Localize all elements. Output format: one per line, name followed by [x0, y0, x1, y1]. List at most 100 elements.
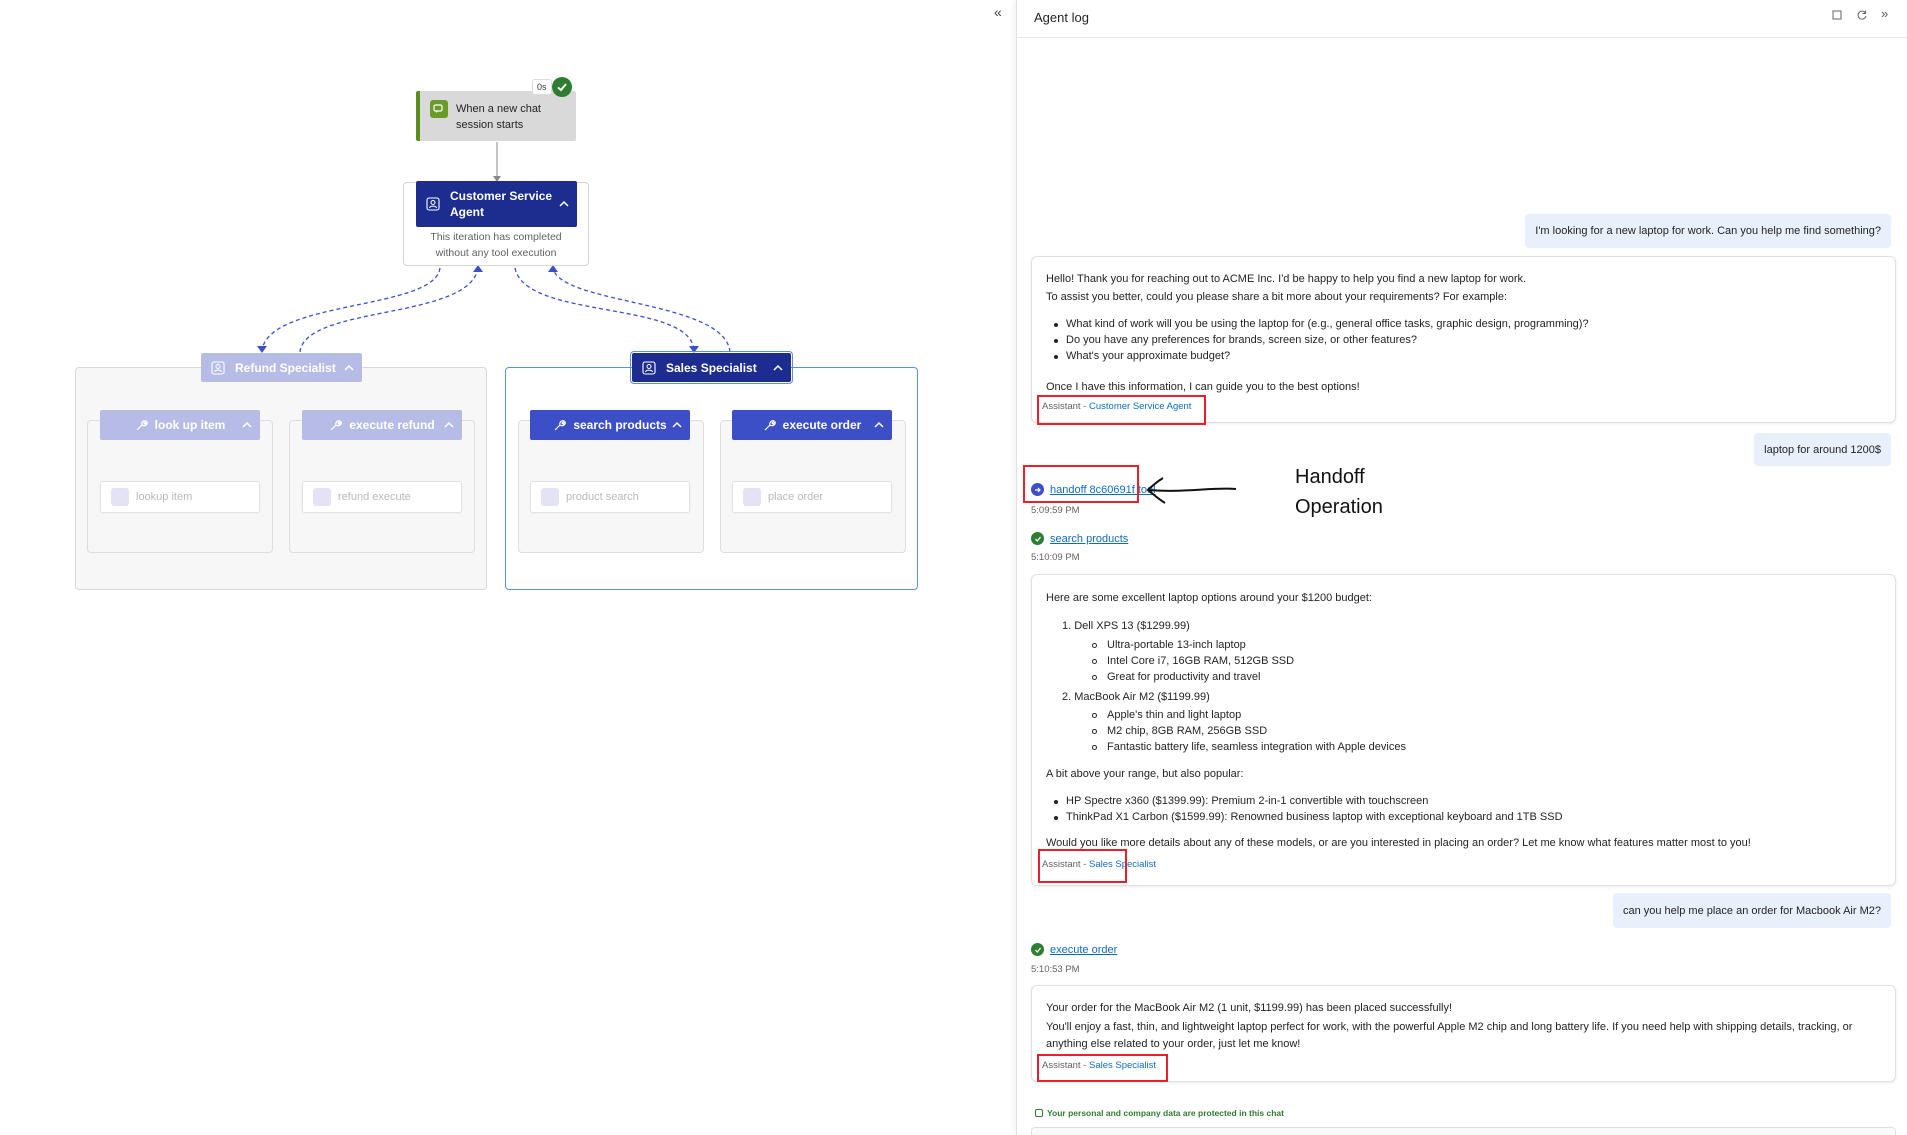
action-icon — [743, 488, 761, 506]
chat-input[interactable] — [1031, 1127, 1896, 1135]
sales-specialist-title: Sales Specialist — [666, 360, 757, 375]
main-agent-status-2: without any tool execution — [435, 247, 557, 259]
sub-bullet-text: Apple's thin and light laptop — [1107, 709, 1242, 721]
sub-bullet-text: Ultra-portable 13-inch laptop — [1107, 639, 1246, 651]
close-panel-icon[interactable]: » — [1881, 7, 1888, 21]
assistant-message: Here are some excellent laptop options a… — [1031, 574, 1896, 886]
tool-call-entry[interactable]: execute order — [1031, 943, 1117, 956]
tool-look-up-item[interactable]: look up item — [100, 410, 260, 440]
message-text: anything else related to your order, jus… — [1046, 1038, 1301, 1050]
chat-icon — [430, 100, 448, 118]
agent-icon — [209, 359, 227, 377]
wrench-icon — [330, 419, 343, 430]
trigger-label-1: When a new chat — [456, 103, 541, 115]
maximize-icon[interactable] — [1831, 9, 1843, 21]
chevron-up-icon[interactable] — [342, 361, 356, 375]
sales-specialist-header[interactable]: Sales Specialist — [630, 351, 793, 384]
message-text: You'll enjoy a fast, thin, and lightweig… — [1046, 1021, 1853, 1033]
sub-bullet-text: Fantastic battery life, seamless integra… — [1107, 741, 1406, 753]
tool-search-products[interactable]: search products — [530, 410, 690, 440]
sub-bullet-text: Great for productivity and travel — [1107, 671, 1261, 683]
shield-icon — [1035, 1109, 1043, 1117]
chevron-up-icon[interactable] — [557, 197, 571, 211]
tool-call-link[interactable]: execute order — [1050, 944, 1117, 956]
action-icon — [313, 488, 331, 506]
tool-card-place-order[interactable]: place order — [732, 481, 892, 513]
action-icon — [541, 488, 559, 506]
tool-card-label: lookup item — [136, 491, 193, 503]
bullet-text: HP Spectre x360 ($1399.99): Premium 2-in… — [1066, 795, 1429, 807]
agent-icon — [640, 359, 658, 377]
message-text: Your order for the MacBook Air M2 (1 uni… — [1046, 1002, 1453, 1014]
wrench-icon — [764, 419, 776, 430]
agent-icon — [424, 195, 442, 213]
collapse-panel-icon[interactable]: « — [994, 4, 1010, 20]
annotation-label-1: Handoff — [1295, 466, 1365, 488]
message-text: A bit above your range, but also popular… — [1046, 768, 1244, 780]
timestamp: 5:10:09 PM — [1031, 552, 1080, 563]
chevron-up-icon[interactable] — [670, 418, 684, 432]
refund-specialist-header[interactable]: Refund Specialist — [201, 353, 362, 382]
privacy-notice: Your personal and company data are prote… — [1035, 1108, 1284, 1118]
success-check-icon — [1031, 943, 1044, 956]
flow-canvas: When a new chat session starts 0s Custom… — [0, 0, 1002, 1135]
main-agent-status-1: This iteration has completed — [430, 231, 562, 243]
user-message: can you help me place an order for Macbo… — [1612, 893, 1891, 928]
refund-specialist-title: Refund Specialist — [235, 360, 336, 375]
tool-card-product-search[interactable]: product search — [530, 481, 690, 513]
timestamp: 5:10:53 PM — [1031, 964, 1080, 975]
user-message: I'm looking for a new laptop for work. C… — [1525, 214, 1891, 248]
bullet-text: Do you have any preferences for brands, … — [1066, 334, 1417, 346]
annotation-highlight-box — [1037, 395, 1206, 425]
action-icon — [111, 488, 129, 506]
annotation-highlight-box — [1038, 849, 1127, 883]
annotation-highlight-box — [1023, 465, 1139, 503]
chevron-up-icon[interactable] — [240, 418, 254, 432]
annotation-highlight-box — [1037, 1054, 1168, 1082]
privacy-text: Your personal and company data are prote… — [1047, 1108, 1284, 1118]
trigger-node[interactable]: When a new chat session starts — [416, 91, 576, 141]
wrench-icon — [554, 419, 567, 430]
chevron-up-icon[interactable] — [872, 418, 886, 432]
tool-execute-order[interactable]: execute order — [732, 410, 892, 440]
main-agent-header[interactable]: Customer Service Agent — [416, 181, 577, 227]
list-item: 2. MacBook Air M2 ($1199.99) — [1062, 691, 1210, 703]
bullet-text: What's your approximate budget? — [1066, 350, 1231, 362]
bullet-text: ThinkPad X1 Carbon ($1599.99): Renowned … — [1066, 811, 1563, 823]
wrench-icon — [136, 419, 148, 430]
tool-label: look up item — [154, 418, 226, 432]
tool-label: execute order — [782, 418, 862, 432]
tool-card-label: product search — [566, 491, 639, 503]
tool-label: execute refund — [349, 418, 435, 432]
user-message: laptop for around 1200$ — [1754, 433, 1891, 466]
list-item: 1. Dell XPS 13 ($1299.99) — [1062, 620, 1190, 632]
main-agent-title-1: Customer Service — [450, 189, 553, 203]
tool-card-lookup-item[interactable]: lookup item — [100, 481, 260, 513]
sub-bullet-text: M2 chip, 8GB RAM, 256GB SSD — [1107, 725, 1268, 737]
annotation-label-2: Operation — [1295, 496, 1383, 518]
message-text: Hello! Thank you for reaching out to ACM… — [1046, 273, 1527, 285]
tool-call-link[interactable]: search products — [1050, 533, 1128, 545]
success-check-icon — [552, 77, 572, 97]
duration-badge: 0s — [532, 79, 552, 95]
bullet-text: What kind of work will you be using the … — [1066, 318, 1589, 330]
tool-execute-refund[interactable]: execute refund — [302, 410, 462, 440]
message-text: Once I have this information, I can guid… — [1046, 381, 1360, 393]
chevron-up-icon[interactable] — [442, 418, 456, 432]
tool-card-label: refund execute — [338, 491, 411, 503]
timestamp: 5:09:59 PM — [1031, 505, 1080, 516]
trigger-label-2: session starts — [456, 119, 524, 131]
tool-call-entry[interactable]: search products — [1031, 532, 1128, 545]
refresh-icon[interactable] — [1856, 9, 1868, 21]
success-check-icon — [1031, 532, 1044, 545]
tool-card-refund-execute[interactable]: refund execute — [302, 481, 462, 513]
tool-card-label: place order — [768, 491, 824, 503]
panel-title: Agent log — [1034, 10, 1089, 25]
tool-label: search products — [573, 418, 667, 432]
chevron-up-icon[interactable] — [771, 361, 785, 375]
annotation-arrow — [1146, 477, 1237, 504]
panel-header: Agent log » — [1017, 0, 1907, 38]
message-text: Would you like more details about any of… — [1046, 837, 1751, 849]
agent-log-panel: Agent log » I'm looking for a new laptop… — [1016, 0, 1907, 1135]
main-agent-title-2: Agent — [450, 205, 484, 219]
